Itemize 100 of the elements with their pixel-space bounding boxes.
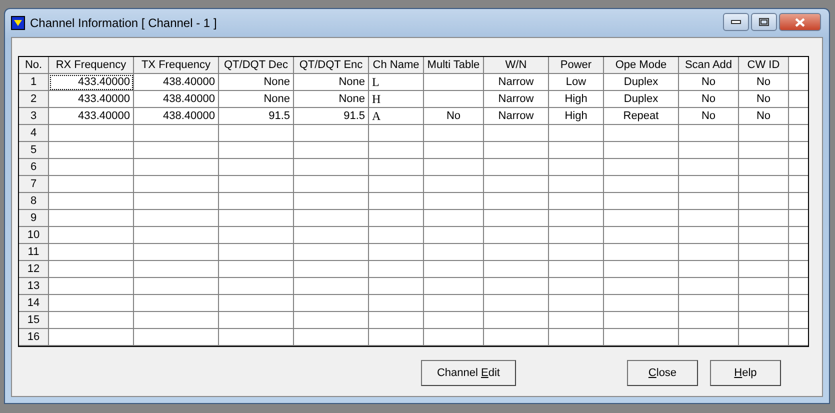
table-cell[interactable]: [424, 261, 484, 278]
table-cell[interactable]: [369, 278, 424, 295]
table-cell[interactable]: 433.40000: [49, 74, 134, 91]
column-header[interactable]: Power: [549, 57, 604, 74]
table-cell[interactable]: [549, 193, 604, 210]
table-cell[interactable]: [219, 295, 294, 312]
table-cell[interactable]: [739, 312, 789, 329]
table-cell[interactable]: [49, 312, 134, 329]
table-cell[interactable]: [49, 227, 134, 244]
table-cell[interactable]: [294, 125, 369, 142]
table-cell[interactable]: 438.40000: [134, 108, 219, 125]
table-cell[interactable]: [219, 261, 294, 278]
table-cell[interactable]: [369, 159, 424, 176]
table-cell[interactable]: [369, 142, 424, 159]
table-cell[interactable]: [134, 312, 219, 329]
table-cell[interactable]: [369, 210, 424, 227]
table-cell[interactable]: [604, 295, 679, 312]
table-cell[interactable]: No: [739, 108, 789, 125]
table-cell[interactable]: [604, 244, 679, 261]
minimize-button[interactable]: [723, 13, 749, 31]
table-cell[interactable]: [424, 278, 484, 295]
table-cell[interactable]: [484, 312, 549, 329]
table-cell[interactable]: [294, 312, 369, 329]
column-header[interactable]: RX Frequency: [49, 57, 134, 74]
table-cell[interactable]: High: [549, 91, 604, 108]
table-cell[interactable]: High: [549, 108, 604, 125]
table-cell[interactable]: [424, 74, 484, 91]
table-cell[interactable]: [549, 142, 604, 159]
table-cell[interactable]: [424, 295, 484, 312]
table-cell[interactable]: [294, 227, 369, 244]
table-cell[interactable]: [424, 125, 484, 142]
table-cell[interactable]: [739, 261, 789, 278]
table-cell[interactable]: [549, 261, 604, 278]
table-cell[interactable]: [604, 125, 679, 142]
table-cell[interactable]: [739, 142, 789, 159]
table-cell[interactable]: [219, 329, 294, 346]
table-cell[interactable]: [424, 329, 484, 346]
column-header[interactable]: Multi Table: [424, 57, 484, 74]
table-cell[interactable]: [549, 125, 604, 142]
table-cell[interactable]: [739, 125, 789, 142]
table-cell[interactable]: [49, 176, 134, 193]
table-cell[interactable]: [294, 159, 369, 176]
table-cell[interactable]: [549, 312, 604, 329]
table-cell[interactable]: [134, 278, 219, 295]
table-cell[interactable]: No: [739, 74, 789, 91]
table-cell[interactable]: [549, 329, 604, 346]
table-cell[interactable]: Narrow: [484, 91, 549, 108]
table-cell[interactable]: No: [679, 108, 739, 125]
table-cell[interactable]: [679, 312, 739, 329]
table-cell[interactable]: No: [739, 91, 789, 108]
table-cell[interactable]: [739, 244, 789, 261]
table-cell[interactable]: [739, 329, 789, 346]
table-cell[interactable]: Low: [549, 74, 604, 91]
table-cell[interactable]: [484, 278, 549, 295]
table-cell[interactable]: [604, 278, 679, 295]
table-cell[interactable]: [294, 210, 369, 227]
table-cell[interactable]: [604, 176, 679, 193]
table-cell[interactable]: [49, 125, 134, 142]
table-cell[interactable]: [219, 193, 294, 210]
table-cell[interactable]: [294, 295, 369, 312]
table-cell[interactable]: None: [219, 74, 294, 91]
column-header[interactable]: QT/DQT Enc: [294, 57, 369, 74]
table-cell[interactable]: [134, 261, 219, 278]
column-header[interactable]: CW ID: [739, 57, 789, 74]
table-cell[interactable]: None: [219, 91, 294, 108]
table-cell[interactable]: Narrow: [484, 74, 549, 91]
table-cell[interactable]: Repeat: [604, 108, 679, 125]
table-cell[interactable]: [49, 329, 134, 346]
table-cell[interactable]: [219, 125, 294, 142]
table-cell[interactable]: Duplex: [604, 74, 679, 91]
column-header[interactable]: TX Frequency: [134, 57, 219, 74]
table-cell[interactable]: [604, 142, 679, 159]
table-cell[interactable]: [134, 125, 219, 142]
column-header[interactable]: W/N: [484, 57, 549, 74]
table-cell[interactable]: [49, 210, 134, 227]
table-cell[interactable]: [484, 244, 549, 261]
table-cell[interactable]: [604, 193, 679, 210]
table-cell[interactable]: [219, 142, 294, 159]
table-cell[interactable]: [294, 278, 369, 295]
table-cell[interactable]: [549, 244, 604, 261]
table-cell[interactable]: [679, 210, 739, 227]
table-cell[interactable]: [424, 210, 484, 227]
table-cell[interactable]: No: [679, 74, 739, 91]
table-cell[interactable]: [739, 159, 789, 176]
table-cell[interactable]: [739, 210, 789, 227]
edit-button[interactable]: Channel Edit: [421, 360, 516, 386]
table-cell[interactable]: [484, 227, 549, 244]
table-cell[interactable]: [49, 261, 134, 278]
table-cell[interactable]: [484, 329, 549, 346]
table-cell[interactable]: [294, 142, 369, 159]
table-cell[interactable]: 91.5: [294, 108, 369, 125]
table-cell[interactable]: No: [679, 91, 739, 108]
table-cell[interactable]: [369, 312, 424, 329]
table-cell[interactable]: [484, 210, 549, 227]
table-cell[interactable]: A: [369, 108, 424, 125]
table-cell[interactable]: [484, 193, 549, 210]
table-cell[interactable]: [49, 244, 134, 261]
table-cell[interactable]: [294, 261, 369, 278]
table-cell[interactable]: [549, 210, 604, 227]
table-cell[interactable]: [219, 210, 294, 227]
